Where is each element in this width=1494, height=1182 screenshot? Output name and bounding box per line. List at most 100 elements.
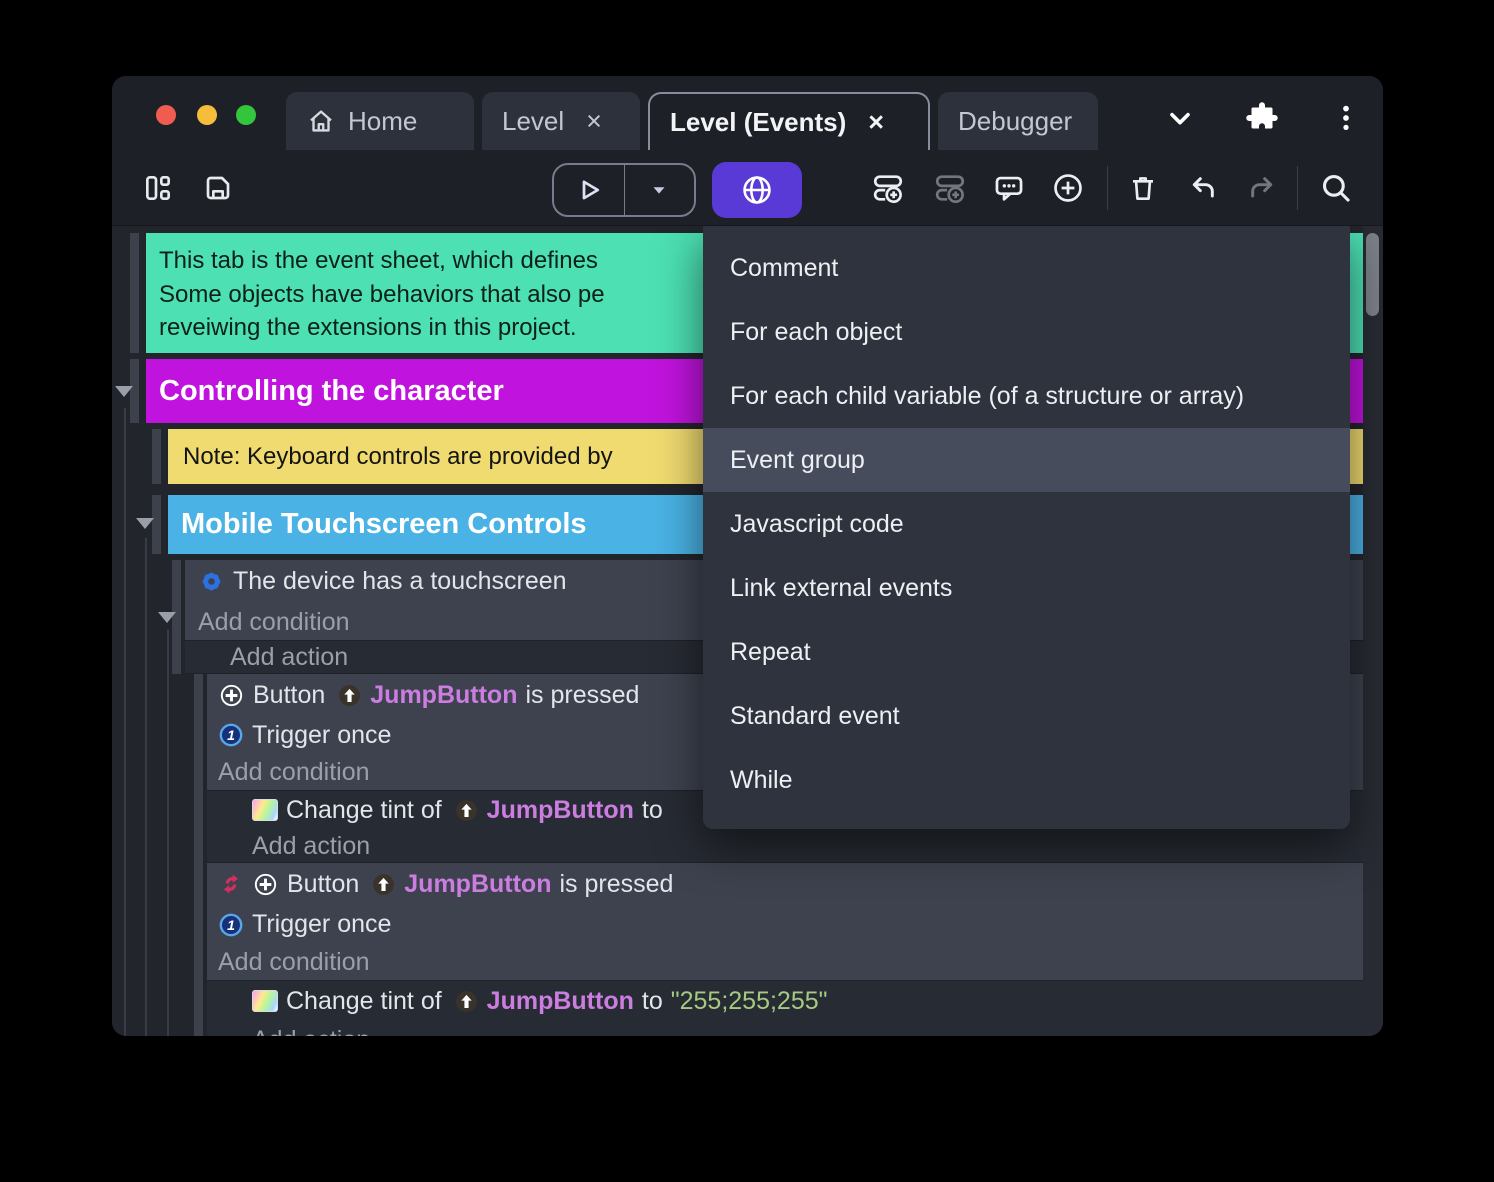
trigger-once-icon: 1 bbox=[218, 722, 244, 748]
plus-circle-icon bbox=[1051, 171, 1085, 205]
action-area: Change tint of JumpButton to "255;255;25… bbox=[207, 981, 1363, 1036]
tab-label: Level (Events) bbox=[670, 107, 846, 138]
screen: Home Level × Level (Events) × Debugger bbox=[0, 0, 1494, 1182]
tab-list-dropdown-button[interactable] bbox=[1158, 98, 1202, 138]
condition-text: is pressed bbox=[559, 870, 673, 899]
condition-text: The device has a touchscreen bbox=[233, 567, 567, 596]
layout-panels-button[interactable] bbox=[138, 168, 178, 208]
indent-guide bbox=[167, 630, 169, 1036]
gutter-bar bbox=[194, 674, 203, 1036]
tab-debugger[interactable]: Debugger bbox=[938, 92, 1098, 150]
indent-guide bbox=[145, 538, 147, 1036]
collapse-arrow-icon[interactable] bbox=[158, 612, 176, 623]
add-event-button-active[interactable] bbox=[712, 162, 802, 218]
svg-text:1: 1 bbox=[227, 727, 235, 743]
condition-row[interactable]: Button JumpButton is pressed bbox=[207, 863, 1363, 905]
scrollbar-track[interactable] bbox=[1363, 226, 1383, 1036]
delete-button[interactable] bbox=[1123, 168, 1163, 208]
event-block-button-not-pressed[interactable]: Button JumpButton is pressed 1 Trigger o… bbox=[207, 863, 1363, 981]
tab-label: Debugger bbox=[958, 106, 1072, 137]
comment-bubble-icon bbox=[992, 171, 1026, 205]
sprite-arrow-icon bbox=[371, 872, 396, 897]
toolbar bbox=[112, 150, 1383, 225]
add-event-toolbar-button[interactable] bbox=[868, 168, 908, 208]
preview-options-button[interactable] bbox=[625, 165, 695, 215]
menu-item-for-each-object[interactable]: For each object bbox=[703, 300, 1350, 364]
layout-icon bbox=[142, 172, 174, 204]
tint-icon bbox=[252, 990, 278, 1012]
home-icon bbox=[306, 106, 336, 136]
save-icon bbox=[202, 172, 234, 204]
toolbar-divider bbox=[1107, 166, 1108, 210]
condition-row[interactable]: 1 Trigger once bbox=[207, 905, 1363, 944]
main-menu-button[interactable] bbox=[1324, 98, 1368, 138]
add-comment-toolbar-button[interactable] bbox=[989, 168, 1029, 208]
invert-condition-icon bbox=[218, 871, 244, 897]
trigger-once-icon: 1 bbox=[218, 912, 244, 938]
menu-item-standard-event[interactable]: Standard event bbox=[703, 684, 1350, 748]
scrollbar-thumb[interactable] bbox=[1366, 233, 1379, 316]
menu-item-comment[interactable]: Comment bbox=[703, 236, 1350, 300]
condition-text: is pressed bbox=[525, 681, 639, 710]
collapse-arrow-icon[interactable] bbox=[115, 386, 133, 397]
menu-item-link-external-events[interactable]: Link external events bbox=[703, 556, 1350, 620]
tint-icon bbox=[252, 799, 278, 821]
close-tab-icon[interactable]: × bbox=[868, 107, 884, 138]
menu-item-javascript-code[interactable]: Javascript code bbox=[703, 492, 1350, 556]
add-action-link[interactable]: Add action bbox=[207, 1021, 1363, 1036]
action-row[interactable]: Change tint of JumpButton to "255;255;25… bbox=[207, 981, 1363, 1021]
condition-text: Trigger once bbox=[252, 910, 391, 939]
redo-icon bbox=[1246, 172, 1278, 204]
add-action-link[interactable]: Add action bbox=[207, 829, 1363, 863]
addons-button[interactable] bbox=[1240, 98, 1284, 138]
minimize-window-button[interactable] bbox=[197, 105, 217, 125]
close-window-button[interactable] bbox=[156, 105, 176, 125]
svg-text:1: 1 bbox=[227, 916, 235, 932]
titlebar[interactable]: Home Level × Level (Events) × Debugger bbox=[112, 76, 1383, 150]
gutter-bar bbox=[152, 429, 161, 484]
play-icon bbox=[574, 175, 604, 205]
event-sheet: This tab is the event sheet, which defin… bbox=[112, 225, 1383, 1036]
button-object-icon bbox=[218, 682, 245, 709]
search-icon bbox=[1319, 171, 1353, 205]
action-text: Change tint of bbox=[286, 987, 442, 1016]
indent-guide bbox=[124, 408, 126, 1036]
add-event-icon bbox=[871, 171, 905, 205]
caret-down-icon bbox=[648, 179, 670, 201]
object-name: JumpButton bbox=[487, 987, 634, 1016]
undo-button[interactable] bbox=[1183, 168, 1223, 208]
action-text: to bbox=[642, 987, 663, 1016]
undo-icon bbox=[1187, 172, 1219, 204]
menu-item-while[interactable]: While bbox=[703, 748, 1350, 812]
sprite-arrow-icon bbox=[337, 683, 362, 708]
add-subevent-toolbar-button[interactable] bbox=[930, 168, 970, 208]
redo-button[interactable] bbox=[1242, 168, 1282, 208]
add-subevent-icon bbox=[933, 171, 967, 205]
menu-item-event-group[interactable]: Event group bbox=[703, 428, 1350, 492]
search-button[interactable] bbox=[1316, 168, 1356, 208]
object-name: JumpButton bbox=[370, 681, 517, 710]
toolbar-divider bbox=[1297, 166, 1298, 210]
menu-item-repeat[interactable]: Repeat bbox=[703, 620, 1350, 684]
sprite-arrow-icon bbox=[454, 798, 479, 823]
condition-text: Trigger once bbox=[252, 721, 391, 750]
tab-level-events[interactable]: Level (Events) × bbox=[648, 92, 930, 150]
chevron-down-icon bbox=[1164, 102, 1196, 134]
collapse-arrow-icon[interactable] bbox=[136, 518, 154, 529]
preview-button[interactable] bbox=[554, 165, 624, 215]
add-toolbar-button[interactable] bbox=[1048, 168, 1088, 208]
save-button[interactable] bbox=[198, 168, 238, 208]
gutter-bar bbox=[130, 233, 139, 353]
action-text: to bbox=[642, 796, 663, 825]
close-tab-icon[interactable]: × bbox=[586, 106, 602, 137]
trash-icon bbox=[1127, 172, 1159, 204]
sprite-arrow-icon bbox=[454, 989, 479, 1014]
add-condition-link[interactable]: Add condition bbox=[207, 944, 1363, 980]
menu-item-for-each-child-variable[interactable]: For each child variable (of a structure … bbox=[703, 364, 1350, 428]
condition-text: Button bbox=[287, 870, 359, 899]
note-text: Note: Keyboard controls are provided by bbox=[183, 443, 613, 471]
group-title: Controlling the character bbox=[159, 375, 504, 408]
tab-home[interactable]: Home bbox=[286, 92, 474, 150]
zoom-window-button[interactable] bbox=[236, 105, 256, 125]
tab-level[interactable]: Level × bbox=[482, 92, 640, 150]
